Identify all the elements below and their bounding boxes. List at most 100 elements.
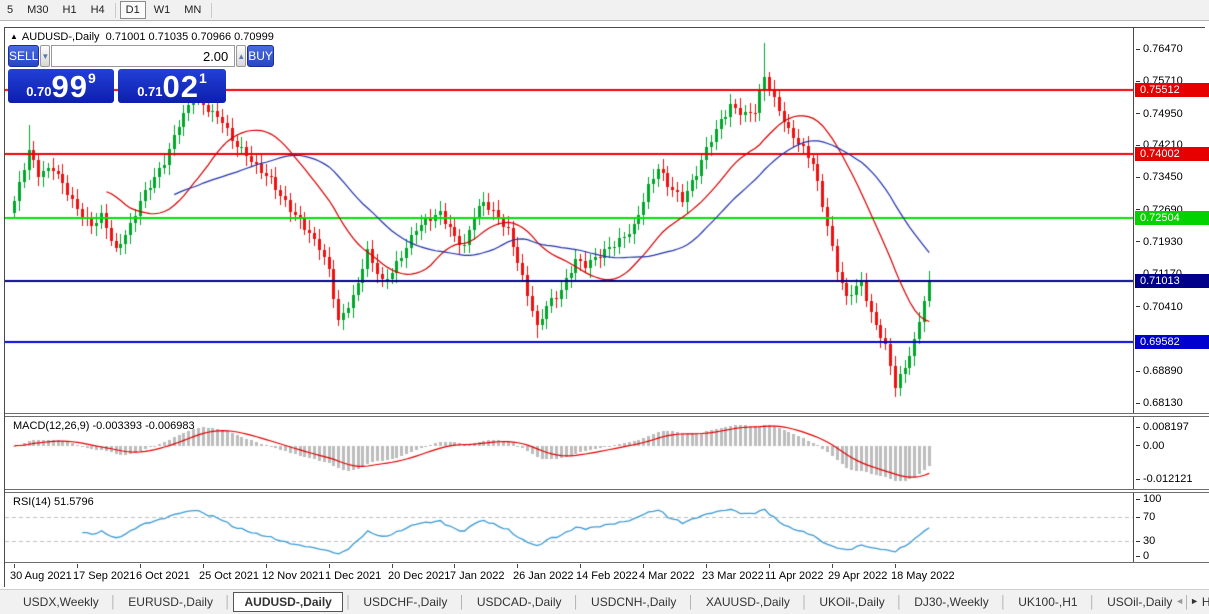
timeframe-button-mn[interactable]: MN [178,1,207,19]
spinner-up-icon: ▲ [237,52,245,61]
timeframe-button-w1[interactable]: W1 [148,1,177,19]
tab-ukoil-daily[interactable]: UKOil-,Daily [810,592,893,612]
axis-tick-dash [1136,49,1140,50]
date-axis-label: 12 Nov 2021 [262,570,324,582]
axis-tick-label: 0.70410 [1136,301,1183,313]
date-axis-tick [203,564,204,568]
tab-separator: │ [108,595,120,609]
date-axis-tick [77,564,78,568]
ask-price-panel[interactable]: 0.71 02 1 [118,69,226,103]
macd-label: MACD(12,26,9) -0.003393 -0.006983 [13,420,195,432]
price-level-badge: 0.74002 [1135,147,1209,161]
axis-tick-dash [1136,556,1140,557]
date-axis-tick [266,564,267,568]
date-axis-tick [329,564,330,568]
tab-uk100-h1[interactable]: UK100-,H1 [1009,592,1086,612]
tab-usdchf-daily[interactable]: USDCHF-,Daily [354,592,456,612]
axis-tick-text: 0.00 [1143,440,1164,452]
tab-usdcnh-daily[interactable]: USDCNH-,Daily [582,592,685,612]
tab-dj30-weekly[interactable]: DJ30-,Weekly [905,592,997,612]
volume-increase-button[interactable]: ▲ [236,45,246,67]
tab-xauusd-daily[interactable]: XAUUSD-,Daily [697,592,799,612]
axis-tick-label: 0.68890 [1136,365,1183,377]
tab-scroll-left-icon[interactable]: ◄ [1175,596,1190,606]
bid-price-big-digits: 99 [52,72,88,102]
date-axis-label: 7 Jan 2022 [450,570,504,582]
axis-tick-text: 0 [1143,550,1149,562]
axis-tick-dash [1136,517,1140,518]
tab-separator: │ [571,595,583,609]
timeframe-button-5[interactable]: 5 [1,1,19,19]
tab-usdx-weekly[interactable]: USDX,Weekly [14,592,108,612]
macd-axis[interactable]: 0.008197 0.00 -0.012121 [1133,417,1209,489]
axis-tick-dash [1136,177,1140,178]
date-axis-label: 6 Oct 2021 [136,570,190,582]
date-axis-tick [895,564,896,568]
axis-tick-text: 0.71930 [1143,236,1183,248]
axis-tick-dash [1136,113,1140,114]
tab-separator: │ [894,595,906,609]
ask-price-big-digits: 02 [163,72,199,102]
tab-usoil-daily[interactable]: USOil-,Daily [1098,592,1181,612]
tab-audusd-daily[interactable]: AUDUSD-,Daily [233,592,342,612]
date-axis-label: 26 Jan 2022 [513,570,574,582]
axis-tick-text: 30 [1143,535,1155,547]
timeframe-toolbar: 5M30H1H4 D1W1MN [0,0,1209,21]
axis-tick-text: 0.73450 [1143,171,1183,183]
timeframe-button-m30[interactable]: M30 [21,1,54,19]
price-axis[interactable]: 0.764700.757100.749500.742100.734500.726… [1133,28,1209,413]
toolbar-separator [211,3,212,18]
date-axis-label: 20 Dec 2021 [388,570,450,582]
axis-tick-dash [1136,427,1140,428]
date-axis-label: 17 Sep 2021 [73,570,135,582]
tab-separator: │ [456,595,468,609]
axis-tick-text: 0.008197 [1143,421,1189,433]
date-axis-label: 1 Dec 2021 [325,570,381,582]
date-axis-tick [706,564,707,568]
rsi-label: RSI(14) 51.5796 [13,496,94,508]
date-axis-label: 30 Aug 2021 [10,570,72,582]
timeframe-button-h1[interactable]: H1 [57,1,83,19]
tab-eurusd-daily[interactable]: EURUSD-,Daily [119,592,222,612]
axis-tick-dash [1136,445,1140,446]
bid-price-panel[interactable]: 0.70 99 9 [8,69,114,103]
axis-tick-dash [1136,371,1140,372]
axis-tick-text: 0.74950 [1143,108,1183,120]
axis-tick-dash [1136,145,1140,146]
axis-tick-label: -0.012121 [1136,473,1193,485]
macd-indicator-panel[interactable]: MACD(12,26,9) -0.003393 -0.006983 [5,417,1133,489]
tab-separator: │ [998,595,1010,609]
sell-button[interactable]: SELL [8,45,39,67]
axis-tick-text: 0.68130 [1143,397,1183,409]
axis-tick-label: 0.008197 [1136,421,1189,433]
axis-tick-text: 100 [1143,493,1161,505]
tab-separator: │ [343,595,355,609]
buy-button[interactable]: BUY [247,45,274,67]
one-click-trading-widget: SELL ▼ ▲ BUY 0.70 99 9 0.71 02 1 [8,45,226,103]
axis-tick-label: 0.74950 [1136,108,1183,120]
tab-scroll-right-icon[interactable]: ► [1190,596,1205,606]
date-axis-label: 29 Apr 2022 [828,570,887,582]
ask-price-prefix: 0.71 [137,84,162,99]
date-axis-label: 14 Feb 2022 [576,570,638,582]
date-axis-label: 25 Oct 2021 [199,570,259,582]
axis-tick-dash [1136,479,1140,480]
axis-tick-dash [1136,81,1140,82]
toolbar-separator [115,3,116,18]
volume-decrease-button[interactable]: ▼ [40,45,50,67]
date-axis[interactable]: 30 Aug 202117 Sep 20216 Oct 2021 25 Oct 2… [5,564,1209,587]
rsi-canvas[interactable] [5,493,1133,562]
tab-usdcad-daily[interactable]: USDCAD-,Daily [468,592,571,612]
axis-tick-label: 70 [1136,511,1155,523]
axis-tick-text: 0.76470 [1143,43,1183,55]
timeframe-button-h4[interactable]: H4 [85,1,111,19]
date-axis-tick [580,564,581,568]
rsi-axis[interactable]: 100 70 30 0 [1133,493,1209,562]
axis-tick-text: 70 [1143,511,1155,523]
tab-scroll-arrows[interactable]: ◄► [1175,596,1205,606]
date-axis-tick [140,564,141,568]
date-axis-tick [14,564,15,568]
volume-input[interactable] [51,45,235,67]
timeframe-button-d1[interactable]: D1 [120,1,146,19]
rsi-indicator-panel[interactable]: RSI(14) 51.5796 [5,493,1133,562]
